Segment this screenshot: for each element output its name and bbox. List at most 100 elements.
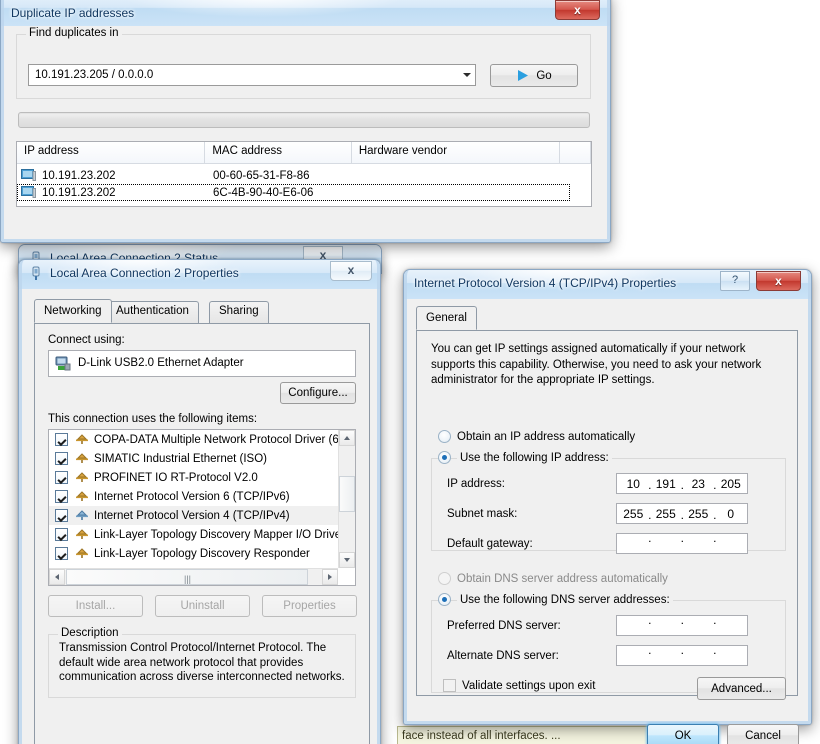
list-item[interactable]: SIMATIC Industrial Ethernet (ISO) [49,449,338,468]
item-checkbox[interactable] [55,490,68,503]
table-row[interactable]: 10.191.23.202 6C-4B-90-40-E6-06 [17,184,570,201]
item-checkbox[interactable] [55,547,68,560]
default-gateway-input[interactable] [616,531,748,554]
scroll-down-button[interactable] [339,552,355,568]
subnet-mask-input[interactable]: 255 255 255 0 [616,503,748,524]
list-item-label: Link-Layer Topology Discovery Mapper I/O… [94,528,338,541]
go-button[interactable]: Go [490,64,578,87]
items-label: This connection uses the following items… [48,413,258,425]
properties-button[interactable]: Properties [262,595,357,617]
list-item[interactable]: Internet Protocol Version 4 (TCP/IPv4) [49,506,338,525]
duplicates-listview[interactable]: IP address MAC address Hardware vendor 1… [16,141,592,207]
item-checkbox[interactable] [55,471,68,484]
preferred-dns-input[interactable] [616,613,748,636]
network-items-list[interactable]: COPA-DATA Multiple Network Protocol Driv… [48,429,356,586]
duplicate-ip-window[interactable]: Duplicate IP addresses x Find duplicates… [0,0,611,243]
items-hscroll-thumb[interactable]: ||| [66,569,308,585]
duplicates-listview-header: IP address MAC address Hardware vendor [17,142,591,164]
ip-octet-2[interactable]: 191 [650,477,684,492]
tab-authentication[interactable]: Authentication [106,301,199,323]
ipv4-ok-button[interactable]: OK [647,724,719,744]
duplicates-listview-body: 10.191.23.202 00-60-65-31-F8-86 10.191.2… [17,164,591,201]
item-checkbox[interactable] [55,452,68,465]
protocol-icon [76,434,88,444]
protocol-icon [76,548,88,558]
subnet-octet-1[interactable]: 255 [617,507,651,522]
list-item-label: Internet Protocol Version 6 (TCP/IPv6) [94,490,290,503]
protocol-icon [76,453,88,463]
scroll-left-button[interactable] [49,569,65,585]
ip-octet-3[interactable]: 23 [682,477,716,492]
radio-obtain-dns[interactable] [438,572,451,585]
radio-obtain-ip[interactable] [438,430,451,443]
network-items-viewport: COPA-DATA Multiple Network Protocol Driv… [49,430,338,568]
radio-use-ip-label[interactable]: Use the following IP address: [457,452,612,464]
radio-use-dns[interactable] [438,593,451,606]
duplicate-ip-close-button[interactable]: x [555,0,600,20]
play-icon [518,70,529,81]
radio-obtain-dns-label[interactable]: Obtain DNS server address automatically [457,573,668,585]
description-text: Transmission Control Protocol/Internet P… [59,642,345,683]
list-item[interactable]: Internet Protocol Version 6 (TCP/IPv6) [49,487,338,506]
list-item[interactable]: Link-Layer Topology Discovery Responder [49,544,338,563]
connect-using-label: Connect using: [48,334,125,346]
items-horizontal-scrollbar[interactable]: ||| [49,568,338,585]
ipv4-client: General You can get IP settings assigned… [407,299,808,744]
ipv4-cancel-button[interactable]: Cancel [727,724,799,744]
item-checkbox[interactable] [55,509,68,522]
ipv4-properties-window[interactable]: Internet Protocol Version 4 (TCP/IPv4) P… [403,269,812,744]
duplicate-ip-title: Duplicate IP addresses [11,6,135,20]
ip-octet-4[interactable]: 205 [715,477,748,491]
table-row[interactable]: 10.191.23.202 00-60-65-31-F8-86 [17,167,591,184]
uninstall-button[interactable]: Uninstall [155,595,250,617]
ip-address-input[interactable]: 10 191 23 205 [616,473,748,494]
chevron-up-icon [344,436,350,440]
cell-ip: 10.191.23.202 [42,186,116,199]
lan-properties-client: Networking Authentication Sharing Connec… [22,289,377,744]
install-button[interactable]: Install... [48,595,143,617]
tab-sharing[interactable]: Sharing [209,301,269,323]
cell-ip: 10.191.23.202 [42,169,116,182]
default-gateway-label: Default gateway: [447,538,533,550]
list-item[interactable]: COPA-DATA Multiple Network Protocol Driv… [49,430,338,449]
column-header-ip[interactable]: IP address [17,142,206,163]
find-duplicates-label: Find duplicates in [26,27,122,39]
ipv4-close-button[interactable]: x [756,271,801,291]
radio-use-ip[interactable] [438,451,451,464]
protocol-icon [76,472,88,482]
alternate-dns-input[interactable] [616,643,748,666]
description-group-label: Description [58,627,122,639]
chevron-down-icon [344,558,350,562]
help-button[interactable]: ? [720,271,750,291]
lan-properties-window[interactable]: Local Area Connection 2 Properties x Net… [18,259,381,744]
alternate-dns-label: Alternate DNS server: [447,650,559,662]
scroll-right-button[interactable] [322,569,338,585]
network-range-combobox[interactable]: 10.191.23.205 / 0.0.0.0 [28,64,476,86]
list-item[interactable]: Link-Layer Topology Discovery Mapper I/O… [49,525,338,544]
tab-networking[interactable]: Networking [34,299,112,323]
items-scroll-thumb[interactable] [339,476,355,512]
subnet-octet-3[interactable]: 255 [682,507,716,522]
list-item[interactable]: PROFINET IO RT-Protocol V2.0 [49,468,338,487]
subnet-octet-2[interactable]: 255 [650,507,684,522]
validate-settings-checkbox[interactable] [443,679,456,692]
radio-obtain-ip-label[interactable]: Obtain an IP address automatically [457,431,635,443]
subnet-octet-4[interactable]: 0 [715,507,748,521]
item-checkbox[interactable] [55,433,68,446]
validate-settings-label[interactable]: Validate settings upon exit [462,680,595,692]
network-adapter-icon [32,266,40,280]
lan-properties-close-button[interactable]: x [330,261,372,281]
tab-general[interactable]: General [416,306,477,330]
advanced-button[interactable]: Advanced... [697,677,786,700]
item-checkbox[interactable] [55,528,68,541]
adapter-display: D-Link USB2.0 Ethernet Adapter [48,350,356,377]
column-header-blank[interactable] [560,142,591,163]
column-header-mac[interactable]: MAC address [205,142,352,163]
column-header-vendor[interactable]: Hardware vendor [352,142,561,163]
scroll-up-button[interactable] [339,430,355,446]
radio-use-dns-label[interactable]: Use the following DNS server addresses: [457,594,673,606]
computer-icon [21,186,36,198]
configure-button[interactable]: Configure... [280,382,356,404]
items-vertical-scrollbar[interactable] [338,430,355,568]
ip-octet-1[interactable]: 10 [617,477,651,492]
